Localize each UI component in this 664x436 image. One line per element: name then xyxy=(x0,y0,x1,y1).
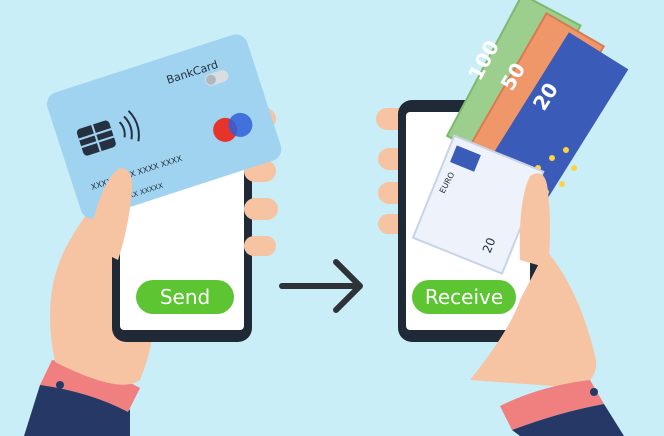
right-arrow-icon xyxy=(279,259,363,313)
illustration-canvas: BankCard XXXX XXXX XXXX XXXX XXXX XXXX X… xyxy=(24,0,629,436)
receive-button[interactable]: Receive xyxy=(412,280,516,314)
send-button[interactable]: Send xyxy=(136,280,234,314)
payment-illustration: BankCard XXXX XXXX XXXX XXXX XXXX XXXX X… xyxy=(0,0,664,436)
right-sleeve xyxy=(500,380,624,436)
